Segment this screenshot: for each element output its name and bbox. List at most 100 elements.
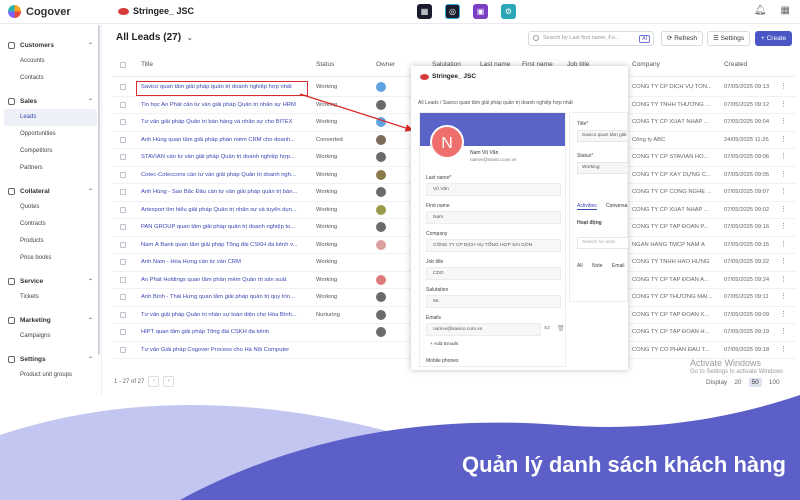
lead-title-link[interactable]: Anh Nam - Hòa Hưng cần tư vấn CRM [141, 259, 313, 265]
job-title-field[interactable]: CDO [426, 267, 561, 280]
more-vertical-icon[interactable]: ⋮ [780, 275, 787, 283]
app-logo[interactable]: Cogover [8, 5, 71, 18]
create-button[interactable]: + Create [755, 31, 793, 46]
more-vertical-icon[interactable]: ⋮ [780, 257, 787, 265]
tab-activities[interactable]: Activities [577, 203, 597, 210]
activity-search-input[interactable]: Search for activ [577, 237, 628, 249]
add-emails-link[interactable]: + Add Emails [430, 342, 458, 347]
sidebar-item-tickets[interactable]: Tickets [0, 289, 101, 306]
filter-email[interactable]: Email [612, 263, 625, 269]
more-vertical-icon[interactable]: ⋮ [780, 205, 787, 213]
row-checkbox[interactable] [120, 259, 126, 265]
page-size-50[interactable]: 50 [748, 378, 762, 387]
lead-title-link[interactable]: STAVIAN cần tư vấn giải pháp Quản trị do… [141, 154, 313, 160]
next-page-button[interactable]: › [163, 376, 175, 387]
lead-title-link[interactable]: Cotec-Coteccons cần tư vấn giải pháp Quả… [141, 172, 313, 178]
column-owner[interactable]: Owner [376, 61, 395, 68]
title-field[interactable]: Savico quan tâm giải [577, 130, 628, 142]
row-checkbox[interactable] [120, 329, 126, 335]
column-status[interactable]: Status [316, 61, 334, 68]
lead-title-link[interactable]: Anh Hùng - Sao Bắc Đẩu cần tư vấn giải p… [141, 189, 313, 195]
lead-title-link[interactable]: Tin học An Phát cần tư vấn giải pháp Quả… [141, 102, 313, 108]
row-checkbox[interactable] [120, 276, 126, 283]
nav-group-service[interactable]: Service ⌃ [0, 273, 101, 289]
email-field[interactable]: namvv@savico.com.vn [426, 323, 541, 336]
more-vertical-icon[interactable]: ⋮ [780, 82, 787, 90]
column-title[interactable]: Title [141, 61, 153, 68]
sidebar-item-quotes[interactable]: Quotes [0, 199, 101, 216]
sidebar-item-campaigns[interactable]: Campaigns [0, 328, 101, 345]
prev-page-button[interactable]: ‹ [148, 376, 160, 387]
row-checkbox[interactable] [120, 224, 126, 230]
page-size-100[interactable]: 100 [769, 379, 780, 386]
org-switcher[interactable]: Stringee_ JSC [118, 6, 194, 16]
row-checkbox[interactable] [120, 294, 126, 300]
refresh-button[interactable]: ⟳ Refresh [661, 31, 704, 46]
nav-group-collateral[interactable]: Collateral ⌃ [0, 183, 101, 199]
sidebar-item-contacts[interactable]: Contacts [0, 70, 101, 87]
bell-icon[interactable]: 🔔︎ [754, 5, 767, 16]
more-vertical-icon[interactable]: ⋮ [780, 240, 787, 248]
sidebar-item-contracts[interactable]: Contracts [0, 216, 101, 233]
more-vertical-icon[interactable]: ⋮ [780, 135, 787, 143]
lead-title-link[interactable]: Tư vấn giải pháp Quản trị bán hàng và nh… [141, 119, 313, 125]
status-select[interactable]: Working [577, 162, 628, 174]
breadcrumb[interactable]: All Leads / Savico quan tâm giải pháp qu… [418, 100, 573, 106]
chat-app-icon[interactable]: ▣ [473, 4, 488, 19]
row-checkbox[interactable] [120, 84, 126, 90]
sidebar-item-opportunities[interactable]: Opportunities [0, 126, 101, 143]
row-checkbox[interactable] [120, 101, 126, 108]
more-vertical-icon[interactable]: ⋮ [780, 345, 787, 353]
lead-title-link[interactable]: Tư vấn giải pháp Quản trị nhân sự toàn d… [141, 312, 313, 318]
lead-title-link[interactable]: HIPT quan tâm giải pháp Tổng đài CSKH đa… [141, 329, 313, 335]
more-vertical-icon[interactable]: ⋮ [780, 117, 787, 125]
more-vertical-icon[interactable]: ⋮ [780, 222, 787, 230]
page-title[interactable]: All Leads (27) ⌄ [116, 32, 193, 43]
lead-title-link[interactable]: An Phát Holdings quan tâm phần mềm Quản … [141, 277, 313, 283]
salutation-select[interactable]: Mr. [426, 295, 561, 308]
row-checkbox[interactable] [120, 119, 126, 125]
row-checkbox[interactable] [120, 311, 126, 318]
lead-title-link[interactable]: Anh Hùng quan tâm giải pháp phần mềm CRM… [141, 137, 313, 143]
lead-title-link[interactable]: PAN GROUP quan tâm giải pháp quản trị do… [141, 224, 313, 230]
lead-title-link[interactable]: Artexport tìm hiểu giải pháp Quản trị nh… [141, 207, 313, 213]
lead-title-link[interactable]: Tư vấn Giải pháp Cogover Process cho Hà … [141, 347, 313, 353]
lead-title-link[interactable]: Nam Á Bank quan tâm giải pháp Tổng đài C… [141, 242, 313, 248]
row-checkbox[interactable] [120, 171, 126, 178]
sidebar-item-leads[interactable]: Leads [4, 109, 97, 126]
select-all-checkbox[interactable] [120, 62, 126, 68]
more-vertical-icon[interactable]: ⋮ [780, 152, 787, 160]
last-name-field[interactable]: Vũ Văn [426, 183, 561, 196]
more-vertical-icon[interactable]: ⋮ [780, 310, 787, 318]
more-vertical-icon[interactable]: ⋮ [780, 170, 787, 178]
sidebar-item-price-books[interactable]: Price books [0, 250, 101, 267]
page-size-20[interactable]: 20 [734, 379, 741, 386]
row-checkbox[interactable] [120, 241, 126, 248]
company-field[interactable]: CÔNG TY CP DỊCH VỤ TỔNG HỢP SÀI GÒN [426, 239, 561, 252]
filter-note[interactable]: Note [592, 263, 603, 269]
nav-group-customers[interactable]: Customers ⌃ [0, 37, 101, 53]
settings-button[interactable]: ☰ Settings [707, 31, 751, 46]
sidebar-item-partners[interactable]: Partners [0, 160, 101, 177]
filter-all[interactable]: All [577, 263, 583, 269]
first-name-field[interactable]: Nam [426, 211, 561, 224]
nav-group-settings[interactable]: Settings ⌃ [0, 351, 101, 367]
nav-group-sales[interactable]: Sales ⌃ [0, 93, 101, 109]
settings-app-icon[interactable]: ⚙ [501, 4, 516, 19]
sidebar-item-competitors[interactable]: Competitors [0, 143, 101, 160]
tab-conversations[interactable]: Conversa [606, 203, 627, 209]
dashboard-app-icon[interactable]: ▦ [417, 4, 432, 19]
crm-app-icon[interactable]: ◎ [445, 4, 460, 19]
sidebar-item-products[interactable]: Products [0, 233, 101, 250]
more-vertical-icon[interactable]: ⋮ [780, 100, 787, 108]
more-vertical-icon[interactable]: ⋮ [780, 187, 787, 195]
column-created[interactable]: Created [724, 61, 747, 68]
trash-icon[interactable]: 🗑︎ [557, 325, 565, 332]
more-vertical-icon[interactable]: ⋮ [780, 292, 787, 300]
sidebar-scrollbar[interactable] [98, 25, 100, 355]
row-checkbox[interactable] [120, 136, 126, 143]
more-vertical-icon[interactable]: ⋮ [780, 327, 787, 335]
search-input[interactable]: Search by Last first name, Fo... AI [528, 31, 654, 46]
row-checkbox[interactable] [120, 346, 126, 353]
lead-title-link[interactable]: Anh Bình - Thái Hưng quan tâm giải pháp … [141, 294, 313, 300]
